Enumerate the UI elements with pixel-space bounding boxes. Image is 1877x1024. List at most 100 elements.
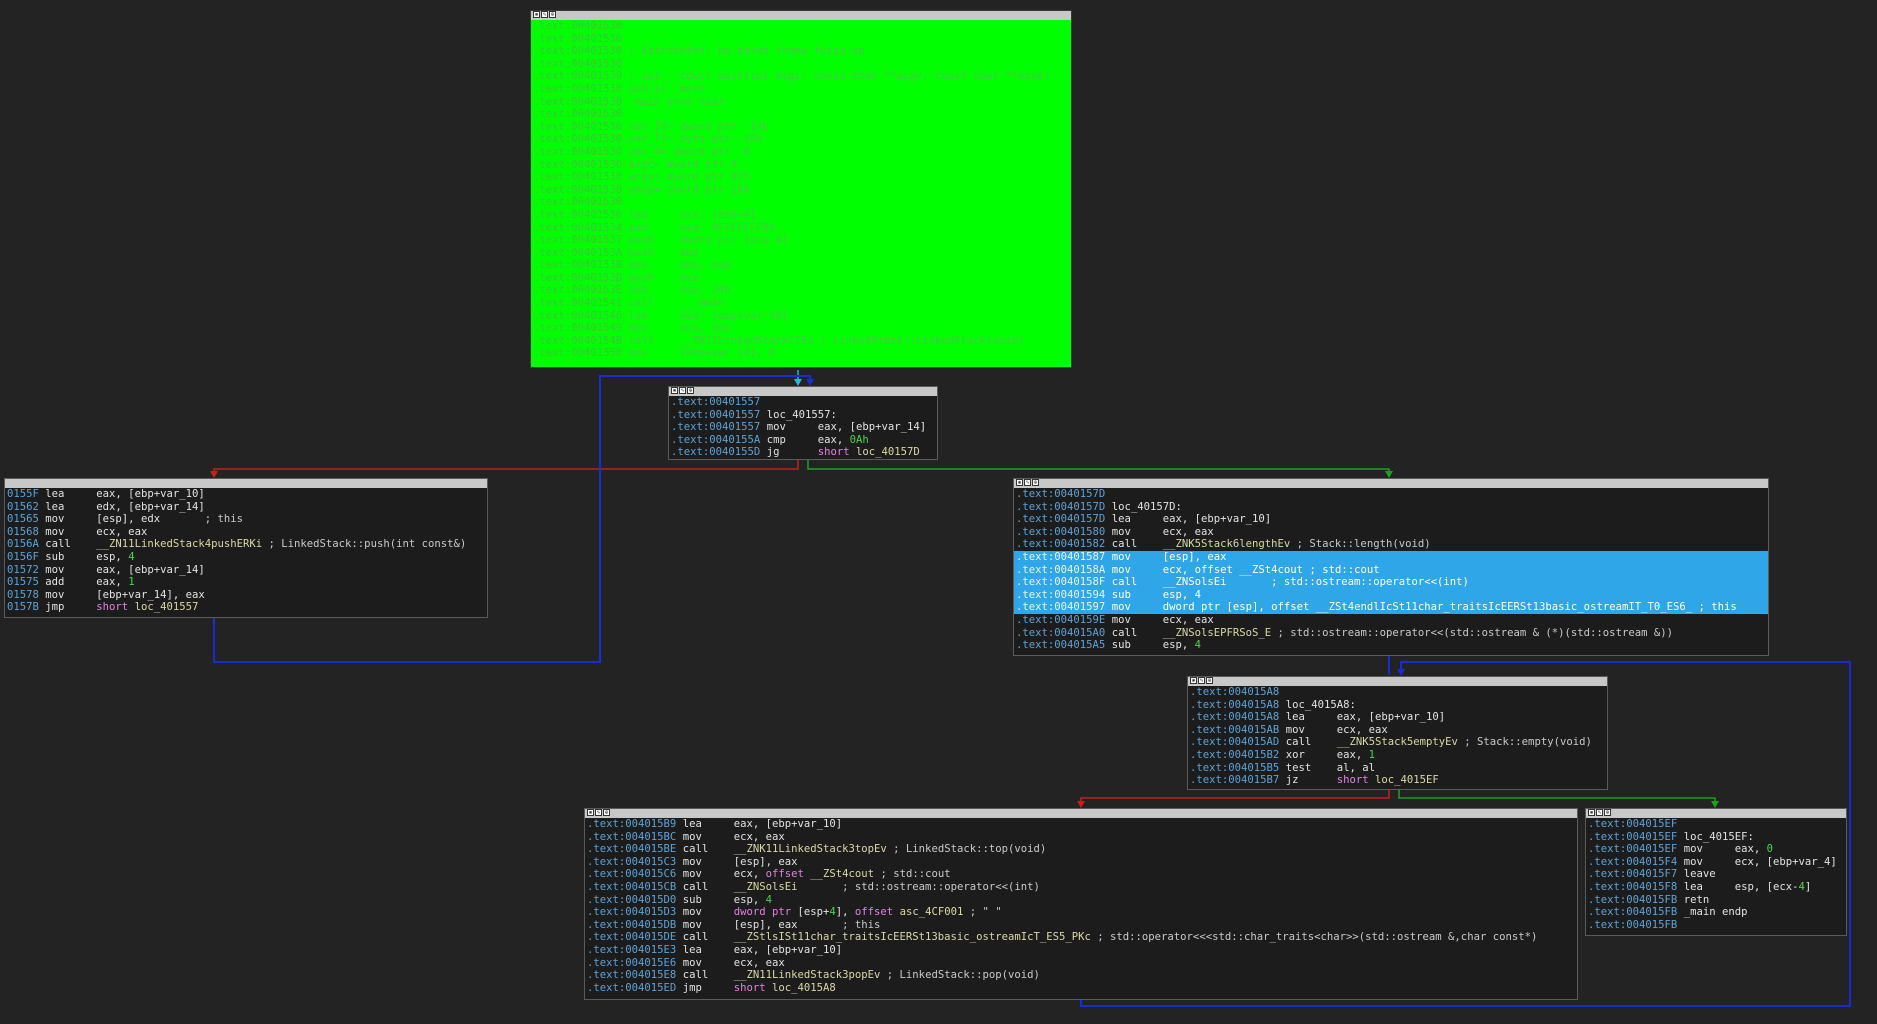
zoom-icon[interactable]: ⊕ (549, 11, 556, 18)
code-line[interactable]: .text:004015AD call __ZNK5Stack5emptyEv ;… (1188, 736, 1607, 749)
code-line[interactable]: 0156A call __ZN11LinkedStack4pushERKi ; L… (5, 538, 487, 551)
block-titlebar[interactable]: ▪ ✎ ⊕ (1014, 479, 1768, 488)
code-line[interactable]: .text:00401530 (531, 196, 1071, 209)
block-titlebar[interactable]: ▪ ✎ ⊕ (669, 387, 937, 396)
code-line[interactable]: .text:00401580 mov ecx, eax (1014, 526, 1768, 539)
code-line[interactable]: .text:00401534 and esp, 0FFFFFFF0h (531, 222, 1071, 235)
block-titlebar[interactable]: ▪ ✎ ⊕ (585, 809, 1577, 818)
code-line[interactable]: .text:00401557 mov eax, [ebp+var_14] (669, 421, 937, 434)
code-line[interactable]: .text:00401587 mov [esp], eax (1014, 550, 1768, 564)
code-line[interactable]: .text:00401530 argv= dword ptr 0Ch (531, 171, 1071, 184)
code-line[interactable]: .text:0040157D (1014, 488, 1768, 501)
code-line[interactable]: .text:00401530 _main proc near (531, 96, 1071, 109)
print-length-block[interactable]: ▪ ✎ ⊕ .text:0040157D .text:0040157D loc_… (1013, 478, 1769, 656)
code-line[interactable]: .text:0040157D loc_40157D: (1014, 501, 1768, 514)
block-titlebar[interactable]: ▪ ✎ ⊕ (1188, 677, 1607, 686)
code-line[interactable]: .text:004015D0 sub esp, 4 (585, 894, 1577, 907)
code-line[interactable]: .text:00401530 var_10= byte ptr -10h (531, 133, 1071, 146)
code-line[interactable]: .text:00401530 (531, 33, 1071, 46)
code-line[interactable]: .text:004015B7 jz short loc_4015EF (1188, 774, 1607, 787)
edit-icon[interactable]: ✎ (541, 11, 548, 18)
code-line[interactable]: .text:004015A8 lea eax, [ebp+var_10] (1188, 711, 1607, 724)
code-line[interactable]: 01578 mov [ebp+var_14], eax (5, 589, 487, 602)
code-line[interactable]: .text:004015F4 mov ecx, [ebp+var_4] (1586, 856, 1846, 869)
push-loop-block[interactable]: 0155F lea eax, [ebp+var_10] 01562 lea edx, … (4, 478, 488, 618)
code-line[interactable]: .text:004015F8 lea esp, [ecx-4] (1586, 881, 1846, 894)
graph-icon[interactable]: ▪ (1016, 479, 1023, 486)
block-titlebar[interactable]: ▪ ✎ ⊕ (1586, 809, 1846, 818)
zoom-icon[interactable]: ⊕ (1032, 479, 1039, 486)
code-line[interactable]: .text:0040155D jg short loc_40157D (669, 446, 937, 459)
pop-loop-block[interactable]: ▪ ✎ ⊕ .text:004015B9 lea eax, [ebp+var_10… (584, 808, 1578, 1000)
exit-block[interactable]: ▪ ✎ ⊕ .text:004015EF .text:004015EF loc_… (1585, 808, 1847, 936)
edit-icon[interactable]: ✎ (1596, 809, 1603, 816)
code-line[interactable]: .text:0040155A cmp eax, 0Ah (669, 434, 937, 447)
code-line[interactable]: .text:004015A8 (1188, 686, 1607, 699)
code-line[interactable]: .text:004015F7 leave (1586, 868, 1846, 881)
code-line[interactable]: .text:004015E8 call __ZN11LinkedStack3pop… (585, 969, 1577, 982)
empty-check-block[interactable]: ▪ ✎ ⊕ .text:004015A8 .text:004015A8 loc_… (1187, 676, 1608, 790)
code-line[interactable]: .text:00401530 var_14= dword ptr -14h (531, 121, 1071, 134)
code-line[interactable]: .text:00401530 (531, 20, 1071, 33)
code-line[interactable]: .text:004015B9 lea eax, [ebp+var_10] (585, 818, 1577, 831)
code-line[interactable]: .text:00401557 (669, 396, 937, 409)
code-line[interactable]: .text:004015E3 lea eax, [ebp+var_10] (585, 944, 1577, 957)
code-line[interactable]: .text:004015ED jmp short loc_4015A8 (585, 982, 1577, 995)
entry-block[interactable]: ▪ ✎ ⊕ .text:00401530 .text:00401530 .text:… (530, 10, 1072, 368)
zoom-icon[interactable]: ⊕ (603, 809, 610, 816)
code-line[interactable]: .text:00401530 (531, 58, 1071, 71)
code-line[interactable]: .text:00401597 mov dword ptr [esp], offse… (1014, 601, 1768, 614)
code-line[interactable]: 01575 add eax, 1 (5, 576, 487, 589)
code-line[interactable]: .text:00401530 public _main (531, 83, 1071, 96)
code-line[interactable]: .text:0040153D push ecx (531, 272, 1071, 285)
code-line[interactable]: .text:00401537 push dword ptr [ecx-4] (531, 234, 1071, 247)
code-line[interactable]: .text:00401530 argc= dword ptr 8 (531, 159, 1071, 172)
code-line[interactable]: .text:004015DE call __ZStlsISt11char_trai… (585, 931, 1577, 944)
code-line[interactable]: .text:004015B5 test al, al (1188, 762, 1607, 775)
edit-icon[interactable]: ✎ (595, 809, 602, 816)
code-line[interactable]: .text:00401530 lea ecx, [esp+4] (531, 209, 1071, 222)
code-line[interactable]: .text:004015DB mov [esp], eax ; this (585, 919, 1577, 932)
code-line[interactable]: .text:0040153A push ebp (531, 247, 1071, 260)
code-line[interactable]: .text:004015EF loc_4015EF: (1586, 831, 1846, 844)
loop-check-block[interactable]: ▪ ✎ ⊕ .text:00401557 .text:00401557 loc_… (668, 386, 938, 460)
code-line[interactable]: .text:0040159E mov ecx, eax (1014, 614, 1768, 627)
code-line[interactable]: .text:004015FB retn (1586, 894, 1846, 907)
code-line[interactable]: .text:004015EF mov eax, 0 (1586, 843, 1846, 856)
zoom-icon[interactable]: ⊕ (1604, 809, 1611, 816)
code-line[interactable]: .text:00401550 mov [ebp+var_14], 0 (531, 347, 1071, 360)
block-titlebar[interactable] (5, 479, 487, 488)
graph-icon[interactable]: ▪ (587, 809, 594, 816)
code-line[interactable]: .text:004015FB (1586, 919, 1846, 932)
code-line[interactable]: .text:00401530 envp= dword ptr 10h (531, 184, 1071, 197)
code-line[interactable]: .text:00401557 loc_401557: (669, 409, 937, 422)
code-line[interactable]: .text:0040158F call __ZNSolsEi ; std::ost… (1014, 576, 1768, 589)
zoom-icon[interactable]: ⊕ (687, 387, 694, 394)
graph-icon[interactable]: ▪ (1588, 809, 1595, 816)
code-line[interactable]: 01562 lea edx, [ebp+var_14] (5, 501, 487, 514)
code-line[interactable]: .text:004015C3 mov [esp], eax (585, 856, 1577, 869)
code-line[interactable]: 01572 mov eax, [ebp+var_14] (5, 564, 487, 577)
code-line[interactable]: .text:00401546 lea eax, [ebp+var_10] (531, 310, 1071, 323)
code-line[interactable]: .text:004015E6 mov ecx, eax (585, 957, 1577, 970)
code-line[interactable]: .text:004015CB call __ZNSolsEi ; std::ost… (585, 881, 1577, 894)
code-line[interactable]: .text:004015D3 mov dword ptr [esp+4], off… (585, 906, 1577, 919)
code-line[interactable]: .text:00401549 mov ecx, eax (531, 322, 1071, 335)
edit-icon[interactable]: ✎ (679, 387, 686, 394)
code-line[interactable]: .text:00401594 sub esp, 4 (1014, 588, 1768, 602)
code-line[interactable]: .text:0040157D lea eax, [ebp+var_10] (1014, 513, 1768, 526)
code-line[interactable]: 0155F lea eax, [ebp+var_10] (5, 488, 487, 501)
code-line[interactable]: 01568 mov ecx, eax (5, 526, 487, 539)
code-line[interactable]: .text:004015A8 loc_4015A8: (1188, 699, 1607, 712)
code-line[interactable]: .text:00401541 call ___main (531, 297, 1071, 310)
code-line[interactable]: .text:0040158A mov ecx, offset __ZSt4cout… (1014, 563, 1768, 577)
code-line[interactable]: .text:00401582 call __ZNK5Stack6lengthEv … (1014, 538, 1768, 551)
code-line[interactable]: .text:004015FB _main endp (1586, 906, 1846, 919)
graph-icon[interactable]: ▪ (671, 387, 678, 394)
code-line[interactable]: 0157B jmp short loc_401557 (5, 601, 487, 614)
code-line[interactable]: .text:004015EF (1586, 818, 1846, 831)
code-line[interactable]: .text:004015B2 xor eax, 1 (1188, 749, 1607, 762)
code-line[interactable]: 01565 mov [esp], edx ; this (5, 513, 487, 526)
code-line[interactable]: .text:004015BC mov ecx, eax (585, 831, 1577, 844)
graph-icon[interactable]: ▪ (1190, 677, 1197, 684)
